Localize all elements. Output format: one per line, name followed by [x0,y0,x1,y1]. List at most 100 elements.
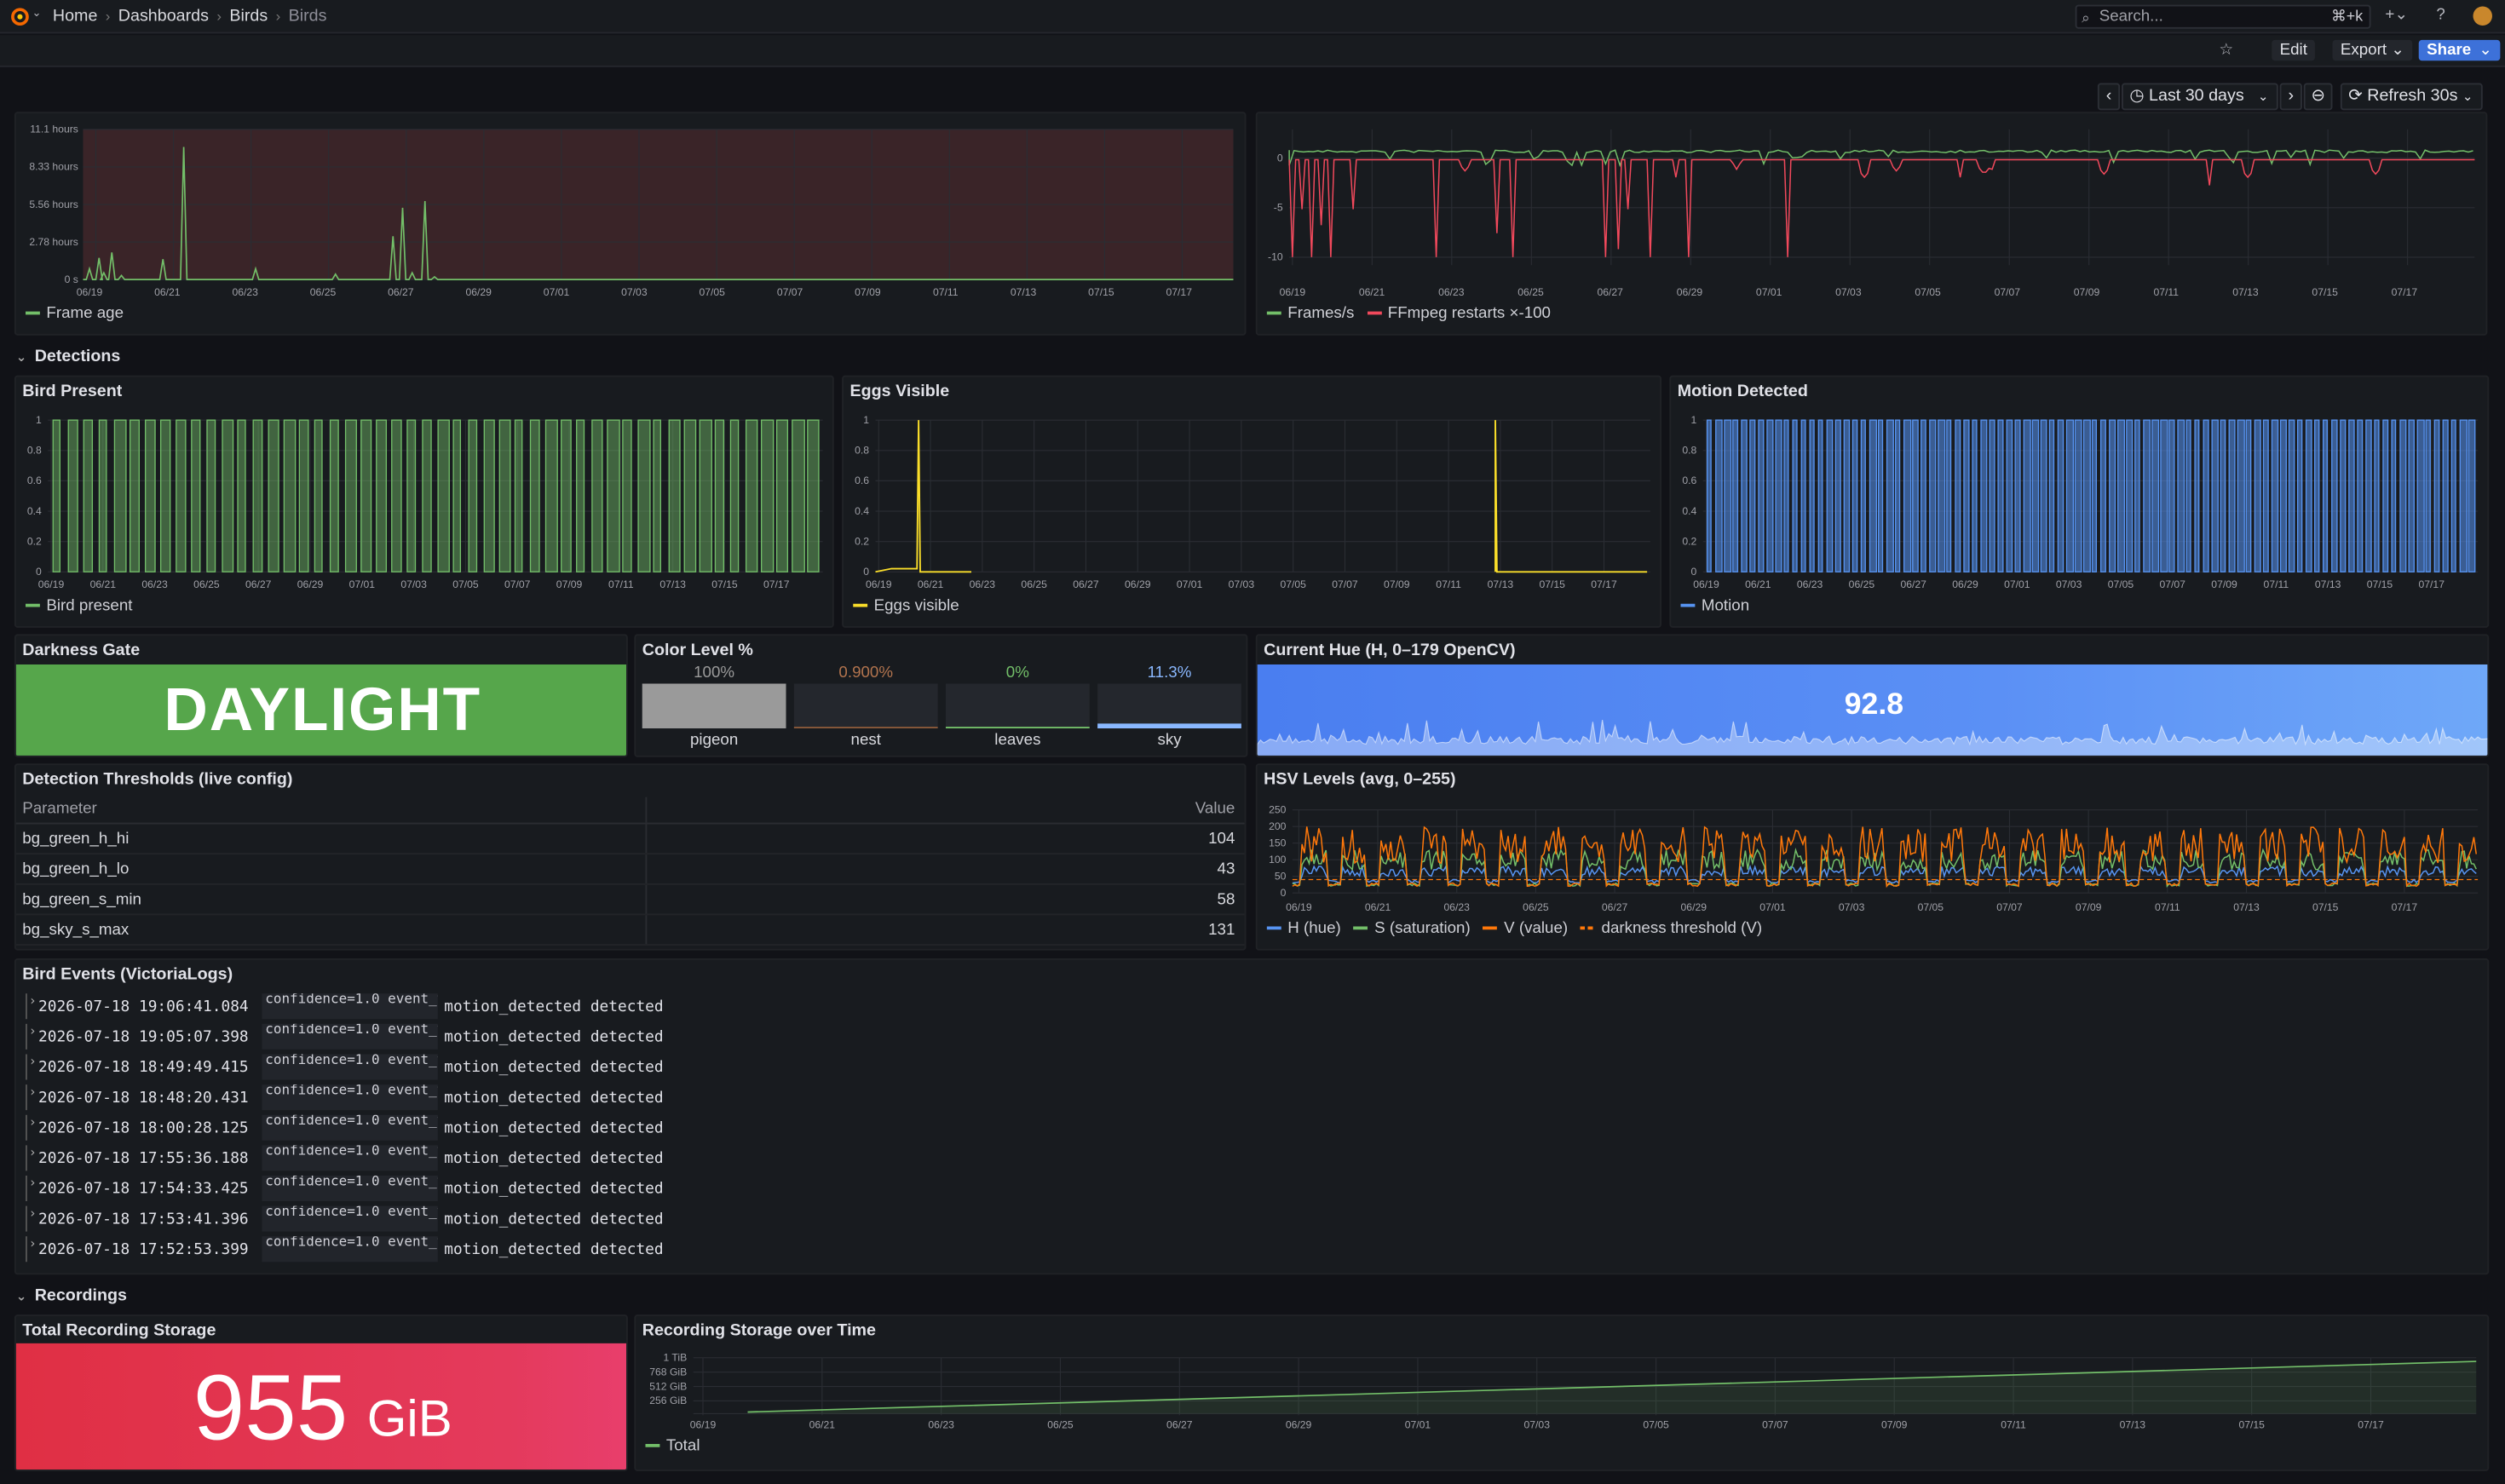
chevron-right-icon[interactable]: › [29,1084,37,1099]
breadcrumb-home[interactable]: Home [53,7,98,26]
chevron-right-icon[interactable]: › [29,1024,37,1038]
color-level-label: sky [1157,731,1182,750]
header-value[interactable]: Value [1195,800,1235,818]
export-button[interactable]: Export ⌄ [2332,39,2413,61]
search-input[interactable]: ⌕ Search... ⌘+k [2075,4,2371,29]
panel-title: Color Level % [642,640,753,660]
share-button[interactable]: Share ⌄ [2418,39,2501,61]
pulse-bar [2006,419,2013,572]
y-tick-label: 0 [863,566,869,578]
eggs-line [875,420,1648,573]
log-message: motion_detected detected [444,1211,664,1228]
x-tick-label: 06/27 [1073,578,1099,590]
y-tick-label: 1 TiB [664,1352,688,1364]
storage-legend[interactable]: Total [645,1438,700,1455]
chevron-right-icon[interactable]: › [29,1145,37,1159]
eggs-visible-chart[interactable]: 1 0.8 0.6 0.4 0.2 006/19 06/21 06/23 06/25 06/27 0… [844,377,1661,628]
pulse-bar [452,419,462,572]
log-row[interactable]: › 2026-07-18 17:54:33.425 confidence=1.0 e… [20,1176,691,1206]
x-tick-label: 07/07 [1332,578,1358,590]
frame-age-legend[interactable]: Frame age [26,305,124,323]
x-tick-label: 07/07 [1996,901,2023,913]
breadcrumb-dashboards[interactable]: Dashboards [118,7,209,26]
log-row[interactable]: › 2026-07-18 17:55:36.188 confidence=1.0 e… [20,1145,691,1176]
x-tick-label: 07/09 [1881,1418,1908,1430]
y-tick-label: 1 [863,414,869,426]
x-tick-label: 06/29 [465,286,492,298]
color-level-fill [946,727,1090,728]
x-tick-label: 07/13 [1488,578,1514,590]
color-level-value: 0% [1005,664,1029,682]
help-icon[interactable]: ? [2436,7,2445,25]
zoom-out-button[interactable]: ⊖ [2303,83,2333,111]
x-tick-label: 07/07 [1762,1418,1788,1430]
fps-chart[interactable]: 0 -5 -10 06/19 06/21 06/23 06/25 06/27 06/29 07/0… [1258,113,2488,336]
pulse-bar [1800,419,1806,572]
log-row[interactable]: › 2026-07-18 19:05:07.398 confidence=1.0 e… [20,1023,691,1055]
log-message: motion_detected detected [444,1059,664,1077]
pulse-bar [2314,419,2320,572]
pulse-bar [2134,419,2140,572]
grafana-logo-icon[interactable] [9,7,30,27]
frame-age-chart[interactable]: 11.1 hours 8.33 hours 5.56 hours 2.78 hours… [16,113,1247,336]
log-row[interactable]: › 2026-07-18 18:00:28.125 confidence=1.0 e… [20,1114,691,1146]
color-level-value: 11.3% [1147,664,1192,682]
star-icon[interactable]: ☆ [2219,42,2233,60]
panel-title: Detection Thresholds (live config) [22,769,293,790]
hsv-legend[interactable]: H (hue) S (saturation) V (value) darknes… [1266,920,1762,938]
add-icon[interactable]: +⌄ [2385,7,2408,25]
y-tick-label: 0.8 [855,445,869,457]
log-row[interactable]: › 2026-07-18 17:52:53.399 confidence=1.0 e… [20,1236,691,1267]
chevron-right-icon[interactable]: › [29,1055,37,1069]
avatar[interactable] [2473,6,2492,26]
chevron-down-icon: ⌄ [2462,89,2473,104]
pulse-bar [2151,419,2160,572]
motion-chart[interactable]: 1 0.8 0.6 0.4 0.2 006/19 06/21 06/23 06/25 06/27 0… [1671,377,2489,628]
x-tick-label: 07/11 [608,578,634,590]
row-recordings[interactable]: ⌄ Recordings [16,1286,127,1305]
refresh-button[interactable]: ⟳ Refresh 30s ⌄ [2340,83,2483,111]
time-range-picker[interactable]: ◷ Last 30 days ⌄ [2122,83,2278,111]
log-labels: confidence=1.0 event_type=motion [262,1205,438,1232]
pulse-bar [1920,419,1926,572]
top-nav-bar: ⌄ Home › Dashboards › Birds › Birds ⌕ Searc… [0,0,2505,34]
bird-present-legend[interactable]: Bird present [26,597,132,615]
fps-legend[interactable]: Frames/s FFmpeg restarts ×-100 [1266,305,1551,323]
pulse-bar [83,419,94,572]
log-row[interactable]: › 2026-07-18 17:53:41.396 confidence=1.0 e… [20,1205,691,1237]
storage-chart[interactable]: 1 TiB 768 GiB 512 GiB 256 GiB 06/19 06/21 06/2… [636,1316,2489,1471]
pulse-bar [98,419,107,572]
pulse-bar [129,419,140,572]
x-tick-label: 07/17 [2392,286,2418,298]
row-value: 43 [1217,860,1235,879]
edit-button[interactable]: Edit [2272,39,2316,61]
color-level-sky: 11.3% sky [1097,664,1241,749]
chevron-right-icon[interactable]: › [29,1236,37,1251]
log-row[interactable]: › 2026-07-18 18:48:20.431 confidence=1.0 e… [20,1084,691,1115]
chevron-right-icon[interactable]: › [29,1115,37,1130]
time-back-button[interactable]: ‹ [2097,83,2121,111]
y-tick-label: 0.6 [1682,475,1696,486]
log-timestamp: 2026-07-18 17:53:41.396 [38,1211,249,1228]
eggs-legend[interactable]: Eggs visible [853,597,959,615]
log-row[interactable]: › 2026-07-18 18:49:49.415 confidence=1.0 e… [20,1054,691,1085]
row-detections[interactable]: ⌄ Detections [16,347,121,366]
bird-present-chart[interactable]: 1 0.8 0.6 0.4 0.2 006/19 06/21 06/23 06/25 06/27 0… [16,377,834,628]
log-row[interactable]: › 2026-07-18 19:06:41.084 confidence=1.0 e… [20,993,691,1024]
breadcrumb-birds-folder[interactable]: Birds [229,7,268,26]
chevron-down-icon[interactable]: ⌄ [32,7,42,19]
time-forward-button[interactable]: › [2279,83,2302,111]
x-tick-label: 06/23 [970,578,996,590]
pulse-bar [1963,419,1970,572]
chevron-right-icon[interactable]: › [29,993,37,1008]
pulse-bar [729,419,740,572]
panel-title: Motion Detected [1677,382,1808,401]
header-parameter[interactable]: Parameter [22,800,97,818]
chevron-right-icon[interactable]: › [29,1206,37,1221]
chevron-right-icon[interactable]: › [29,1176,37,1190]
log-timestamp: 2026-07-18 18:00:28.125 [38,1119,249,1137]
x-tick-label: 07/05 [1280,578,1306,590]
motion-legend[interactable]: Motion [1680,597,1749,615]
y-tick-label: 150 [1269,837,1287,848]
pulse-bar [2099,419,2106,572]
